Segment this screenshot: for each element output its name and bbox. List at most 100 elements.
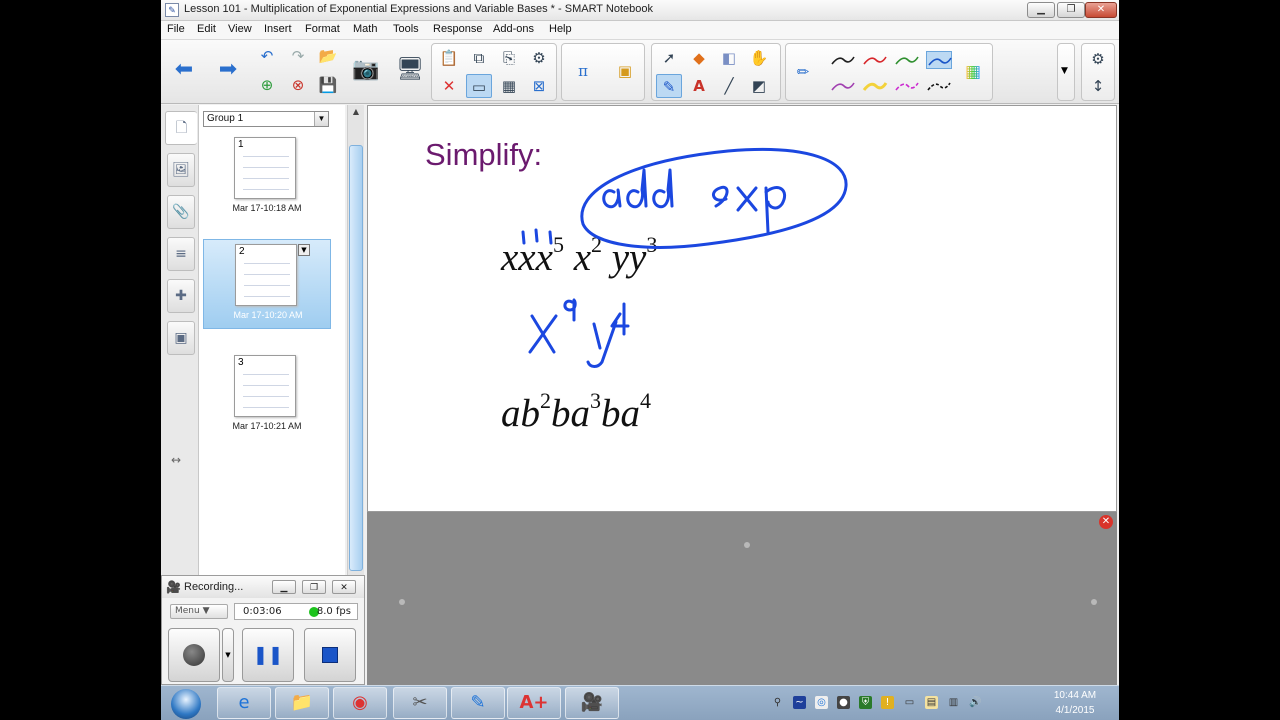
pen-blue-selected[interactable] (926, 51, 952, 69)
file-explorer-icon[interactable]: 📁 (275, 687, 329, 719)
tray-pin-icon[interactable]: ⚲ (771, 696, 784, 709)
scroll-up-icon[interactable]: ▲ (350, 107, 362, 119)
menu-view[interactable]: View (228, 23, 252, 35)
menu-file[interactable]: File (167, 23, 185, 35)
recorder-menu-button[interactable]: Menu ▼ (170, 604, 228, 619)
delete-page-icon[interactable]: ⊗ (285, 73, 311, 97)
close-page-area-icon[interactable]: ✕ (1099, 515, 1113, 529)
menu-addons[interactable]: Add-ons (493, 23, 534, 35)
clone-icon[interactable]: ⎘ (496, 46, 522, 70)
recorder-close-button[interactable]: ✕ (332, 580, 356, 594)
select-arrow-icon[interactable]: ➚ (656, 46, 682, 70)
page-thumbnail-1[interactable]: 1 Mar 17-10:18 AM (203, 133, 331, 223)
resize-sidebar-icon[interactable]: ↔ (171, 453, 181, 467)
page-thumbnail-2[interactable]: 2 ▼ Mar 17-10:20 AM (203, 239, 331, 329)
eraser-icon[interactable]: ◧ (716, 46, 742, 70)
close-x-box-icon[interactable]: ⊠ (526, 74, 552, 98)
line-icon[interactable]: ╱ (716, 74, 742, 98)
smart-notebook-taskbar-icon[interactable]: ✎ (451, 687, 505, 719)
toolbar-more-dropdown[interactable]: ▼ (1057, 43, 1075, 101)
screen-shade-icon[interactable]: 🖥 (393, 53, 427, 87)
shapes-icon[interactable]: ◆ (686, 46, 712, 70)
pen-black[interactable] (830, 51, 856, 69)
gallery-tab[interactable]: 🖼 (167, 153, 195, 187)
recorder-taskbar-icon[interactable]: 🎥 (565, 687, 619, 719)
menu-edit[interactable]: Edit (197, 23, 216, 35)
redo-icon[interactable]: ↷ (285, 44, 311, 68)
taskbar-clock[interactable]: 10:44 AM 4/1/2015 (1045, 688, 1105, 718)
pen-yellow-highlighter[interactable] (862, 77, 888, 95)
text-icon[interactable]: A (686, 74, 712, 98)
add-page-icon[interactable]: ⊕ (254, 73, 280, 97)
sorter-scrollbar[interactable]: ▲ (347, 105, 364, 575)
pen-red[interactable] (862, 51, 888, 69)
pause-button[interactable]: ❚❚ (242, 628, 294, 682)
pen-purple[interactable] (830, 77, 856, 95)
color-palette-icon[interactable]: ▦ (960, 60, 986, 84)
settings-gear-icon[interactable]: ⚙ (1085, 47, 1111, 71)
recorder-minimize-button[interactable]: ▁ (272, 580, 296, 594)
stop-button[interactable] (304, 628, 356, 682)
page-sorter-tab[interactable]: 🗋 (165, 111, 197, 145)
show-hide-screen-icon[interactable]: ▭ (466, 74, 492, 98)
recorder-restore-button[interactable]: ❐ (302, 580, 326, 594)
tray-smart-icon[interactable]: ◎ (815, 696, 828, 709)
record-options-dropdown[interactable]: ▼ (222, 628, 234, 682)
pen-black-dashed[interactable] (926, 77, 952, 95)
properties-icon[interactable]: ⚙ (526, 46, 552, 70)
recorder-menu-label: Menu (175, 606, 200, 616)
tray-shield-icon[interactable]: ⛨ (859, 696, 872, 709)
pen-style-icon[interactable]: ✏ (790, 60, 816, 84)
pen-icon[interactable]: ✎ (656, 74, 682, 98)
menu-insert[interactable]: Insert (264, 23, 292, 35)
group-select[interactable]: Group 1 ▼ (203, 111, 329, 127)
table-icon[interactable]: ▦ (496, 74, 522, 98)
tray-network-icon[interactable]: ▥ (947, 696, 960, 709)
minimize-button[interactable]: ▁ (1027, 2, 1055, 18)
page-thumbnail-3[interactable]: 3 Mar 17-10:21 AM (203, 351, 331, 441)
page-menu-dropdown[interactable]: ▼ (298, 244, 310, 256)
move-toolbar-icon[interactable]: ↕ (1085, 74, 1111, 98)
pen-magenta-dashed[interactable] (894, 77, 920, 95)
menu-response[interactable]: Response (433, 23, 483, 35)
menu-help[interactable]: Help (549, 23, 572, 35)
save-icon[interactable]: 💾 (315, 73, 341, 97)
forward-arrow-icon[interactable]: ➡ (211, 53, 245, 87)
restore-button[interactable]: ❐ (1057, 2, 1085, 18)
start-button[interactable] (165, 687, 205, 719)
menu-tools[interactable]: Tools (393, 23, 419, 35)
document-camera-icon[interactable]: 📷 (349, 53, 383, 87)
whiteboard-page[interactable]: Simplify: xxx5 x2 yy3 ab2ba3ba4 (367, 105, 1117, 512)
open-file-icon[interactable]: 📂 (315, 44, 341, 68)
tray-security-icon[interactable]: ! (881, 696, 894, 709)
fill-icon[interactable]: ◩ (746, 74, 772, 98)
response-tab[interactable]: ▣ (167, 321, 195, 355)
record-button[interactable] (168, 628, 220, 682)
tray-notes-icon[interactable]: ▤ (925, 696, 938, 709)
delete-icon[interactable]: ✕ (436, 74, 462, 98)
scroll-thumb[interactable] (349, 145, 363, 571)
pen-green[interactable] (894, 51, 920, 69)
response-icon[interactable]: ▣ (612, 59, 638, 83)
magic-pen-icon[interactable]: ✋ (746, 46, 772, 70)
math-pi-icon[interactable]: π (570, 59, 596, 83)
close-button[interactable]: ✕ (1085, 2, 1117, 18)
back-arrow-icon[interactable]: ⬅ (167, 53, 201, 87)
tray-wave-icon[interactable]: ~ (793, 696, 806, 709)
properties-tab[interactable]: ≡ (167, 237, 195, 271)
undo-icon[interactable]: ↶ (254, 44, 280, 68)
snipping-tool-icon[interactable]: ✂ (393, 687, 447, 719)
addons-tab[interactable]: ✚ (167, 279, 195, 313)
internet-explorer-icon[interactable]: e (217, 687, 271, 719)
menu-format[interactable]: Format (305, 23, 340, 35)
menu-math[interactable]: Math (353, 23, 377, 35)
fullscreen-icon[interactable]: ⧉ (466, 46, 492, 70)
paste-icon[interactable]: 📋 (436, 46, 462, 70)
chrome-icon[interactable]: ◉ (333, 687, 387, 719)
tray-volume-icon[interactable]: 🔊 (969, 696, 982, 709)
tray-camera-icon[interactable]: ● (837, 696, 850, 709)
attachments-tab[interactable]: 📎 (167, 195, 195, 229)
aplus-app-icon[interactable]: A+ (507, 687, 561, 719)
tray-monitor-icon[interactable]: ▭ (903, 696, 916, 709)
page-preview: 2 (235, 244, 297, 306)
